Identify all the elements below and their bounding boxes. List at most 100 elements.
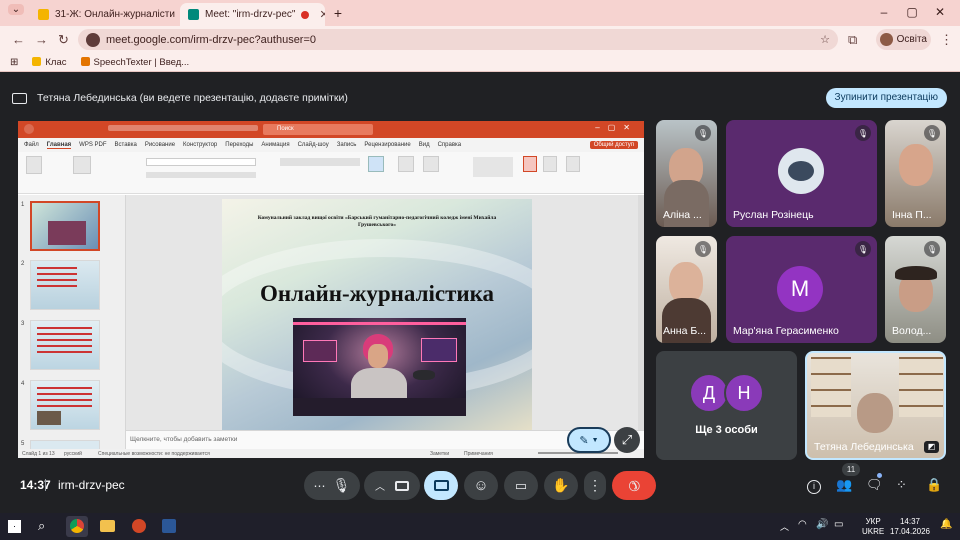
microphone-icon[interactable]: 🎙 <box>333 477 351 494</box>
people-button[interactable]: 👥 <box>836 477 852 493</box>
add-ins-icon[interactable] <box>566 156 580 172</box>
bookmark-item[interactable]: Клас <box>32 56 67 68</box>
participant-tile[interactable]: 🎙 Волод... <box>885 236 946 343</box>
ribbon-tab[interactable]: Рецензирование <box>364 142 410 148</box>
apps-grid-icon[interactable]: ⊞ <box>10 57 18 68</box>
chrome-icon[interactable] <box>70 519 84 533</box>
pip-icon[interactable]: ◩ <box>924 441 939 453</box>
word-icon[interactable] <box>162 519 176 533</box>
mic-control-group[interactable]: ⋯ 🎙 <box>304 471 360 500</box>
leave-call-button[interactable]: ✆ <box>612 471 656 500</box>
browser-tab-meet[interactable]: Meet: "irm-drzv-pec" ✕ <box>180 3 325 26</box>
new-slide-icon[interactable] <box>73 156 91 174</box>
ribbon-tab[interactable]: Файл <box>24 142 39 148</box>
accessibility-status[interactable]: Специальные возможности: не поддерживает… <box>98 451 210 457</box>
slide-thumbnail[interactable] <box>30 260 100 310</box>
stop-presenting-button[interactable]: Зупинити презентацію <box>825 88 947 108</box>
ribbon-tab[interactable]: Анимация <box>261 142 289 148</box>
present-now-button[interactable] <box>424 471 458 500</box>
new-tab-button[interactable]: + <box>328 5 348 21</box>
ribbon-tab[interactable]: Главная <box>46 142 72 149</box>
participant-tile[interactable]: М 🎙 Мар'яна Герасименко <box>726 236 877 343</box>
raise-hand-button[interactable]: ✋ <box>544 471 578 500</box>
notes-toggle[interactable]: Заметки <box>430 451 449 457</box>
chat-button[interactable]: 🗨 <box>866 477 883 493</box>
others-tile[interactable]: Д Н Ще 3 особи <box>656 351 797 460</box>
ribbon-tab[interactable]: Переходы <box>225 142 253 148</box>
ribbon-tab[interactable]: Слайд-шоу <box>298 142 329 148</box>
ppt-window-controls[interactable]: –▢✕ <box>595 123 638 132</box>
self-tile[interactable]: Тетяна Лебединська ◩ <box>805 351 946 460</box>
minimize-button[interactable]: – <box>874 5 894 19</box>
chevron-up-icon[interactable]: ︿ <box>780 520 789 533</box>
participant-tile[interactable]: 🎙 Анна Б... <box>656 236 717 343</box>
file-explorer-icon[interactable] <box>100 520 115 532</box>
powerpoint-icon[interactable] <box>132 519 146 533</box>
battery-icon[interactable]: ▭ <box>834 519 843 530</box>
camera-control-group[interactable]: ︿ <box>364 471 420 500</box>
language-status[interactable]: русский <box>64 451 82 457</box>
host-controls-button[interactable]: 🔒 <box>926 477 942 493</box>
reactions-button[interactable]: ☺ <box>464 471 498 500</box>
shapes-icon[interactable] <box>368 156 384 172</box>
slide-thumbnail[interactable] <box>30 201 100 251</box>
sign-icon[interactable] <box>543 156 557 172</box>
bookmark-star-icon[interactable]: ☆ <box>820 33 830 46</box>
extensions-icon[interactable]: ⧉ <box>848 32 857 48</box>
participant-tile[interactable]: 🎙 Інна П... <box>885 120 946 227</box>
font-format-buttons[interactable] <box>146 172 256 178</box>
participant-tile[interactable]: 🎙 Аліна ... <box>656 120 717 227</box>
close-window-button[interactable]: ✕ <box>930 5 950 19</box>
camera-icon[interactable] <box>395 480 409 491</box>
ribbon-tab[interactable]: Конструктор <box>183 142 217 148</box>
notifications-icon[interactable]: 🔔 <box>940 519 952 530</box>
ribbon-tab[interactable]: Запись <box>337 142 357 148</box>
arrange-icon[interactable] <box>398 156 414 172</box>
ribbon-tab[interactable]: Вставка <box>115 142 137 148</box>
slide-thumbnail[interactable] <box>30 380 100 430</box>
system-clock[interactable]: 14:37 17.04.2026 <box>888 517 932 537</box>
volume-icon[interactable]: 🔊 <box>816 519 828 530</box>
address-bar[interactable]: meet.google.com/irm-drzv-pec?authuser=0 … <box>78 29 838 50</box>
reload-icon[interactable]: ↻ <box>58 32 69 48</box>
annotation-tool-button[interactable]: ✎ ▼ <box>567 427 611 453</box>
quick-styles-icon[interactable] <box>423 156 439 172</box>
share-button[interactable]: Общий доступ <box>589 141 638 149</box>
slide-thumbnail[interactable] <box>30 440 100 449</box>
browser-menu-icon[interactable]: ⋮ <box>940 32 953 48</box>
profile-button[interactable]: Освіта <box>876 29 931 50</box>
maximize-button[interactable]: ▢ <box>902 5 922 19</box>
vertical-scrollbar[interactable] <box>638 195 644 430</box>
more-audio-options-icon[interactable]: ⋯ <box>314 479 326 493</box>
network-icon[interactable]: ◠ <box>798 519 807 530</box>
current-slide[interactable]: Комунальний заклад вищої освіти «Барськи… <box>222 199 532 431</box>
browser-tab-classroom[interactable]: 31-Ж: Онлайн-журналістика | ✕ <box>30 3 175 26</box>
more-options-button[interactable]: ⋮ <box>584 471 606 500</box>
input-language[interactable]: УКР UKRE <box>862 517 884 537</box>
font-name-select[interactable] <box>146 158 256 166</box>
tab-search-button[interactable]: ⌄ <box>8 4 24 15</box>
create-pdf-icon[interactable] <box>523 156 537 172</box>
captions-button[interactable]: ▭ <box>504 471 538 500</box>
ribbon-tab[interactable]: Справка <box>438 142 462 148</box>
editing-buttons[interactable] <box>473 157 513 177</box>
fullscreen-button[interactable]: ⤢ <box>614 427 640 453</box>
participant-tile[interactable]: 🎙 Руслан Розінець <box>726 120 877 227</box>
paragraph-buttons[interactable] <box>280 158 360 166</box>
ribbon-tab[interactable]: Рисование <box>145 142 175 148</box>
site-info-icon[interactable] <box>86 32 100 47</box>
forward-arrow-icon[interactable]: → <box>35 32 48 47</box>
close-icon[interactable]: ✕ <box>319 8 325 21</box>
meeting-info-button[interactable]: i <box>807 477 821 494</box>
search-icon[interactable]: ⌕ <box>38 518 45 534</box>
comments-toggle[interactable]: Примечания <box>464 451 493 457</box>
paste-icon[interactable] <box>26 156 42 174</box>
bookmark-item[interactable]: SpeechTexter | Введ... <box>80 56 189 68</box>
chevron-up-icon[interactable]: ︿ <box>375 478 385 493</box>
ribbon-tab[interactable]: WPS PDF <box>79 142 106 148</box>
back-arrow-icon[interactable]: ← <box>12 32 25 47</box>
windows-start-icon[interactable] <box>8 520 21 533</box>
ppt-search-input[interactable]: Поиск <box>263 124 373 135</box>
activities-button[interactable]: ⁘ <box>896 477 907 493</box>
ribbon-tab[interactable]: Вид <box>419 142 430 148</box>
